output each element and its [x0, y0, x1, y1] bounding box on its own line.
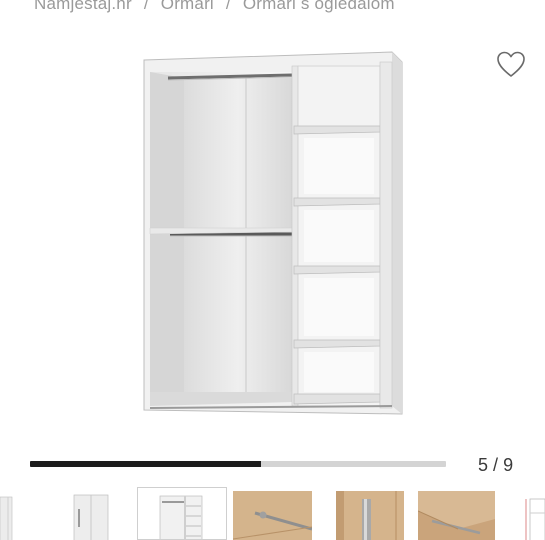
thumbnail-strip — [0, 487, 545, 540]
breadcrumb: Namjestaj.hr / Ormari / Ormari s ogledalom — [34, 0, 395, 14]
thumbnail-oak-rail-detail[interactable] — [233, 491, 312, 540]
gallery-counter-divider: / — [493, 455, 499, 475]
thumbnail-dimensions[interactable] — [524, 491, 545, 540]
gallery-counter: 5 / 9 — [478, 455, 513, 476]
breadcrumb-separator: / — [225, 0, 231, 13]
thumbnail-oak-corner-detail[interactable] — [418, 491, 495, 540]
breadcrumb-item-home[interactable]: Namjestaj.hr — [34, 0, 132, 13]
favorite-button[interactable] — [496, 50, 526, 80]
gallery-total-count: 9 — [503, 455, 514, 475]
thumbnail-oak-handle-detail[interactable] — [336, 491, 404, 540]
gallery-progress-fill — [30, 461, 262, 467]
heart-outline-icon — [497, 51, 525, 77]
breadcrumb-item-mirror-wardrobes[interactable]: Ormari s ogledalom — [243, 0, 395, 13]
gallery-current-index: 5 — [478, 455, 489, 475]
breadcrumb-item-wardrobes[interactable]: Ormari — [161, 0, 214, 13]
thumbnail-wardrobe-interior[interactable] — [137, 487, 227, 540]
breadcrumb-separator: / — [143, 0, 149, 13]
gallery-progress-bar — [30, 461, 446, 467]
thumbnail-wardrobe-edge[interactable] — [0, 491, 16, 540]
main-product-image[interactable] — [136, 48, 410, 430]
thumbnail-wardrobe-closed[interactable] — [60, 491, 122, 540]
wardrobe-interior-image — [143, 51, 403, 415]
